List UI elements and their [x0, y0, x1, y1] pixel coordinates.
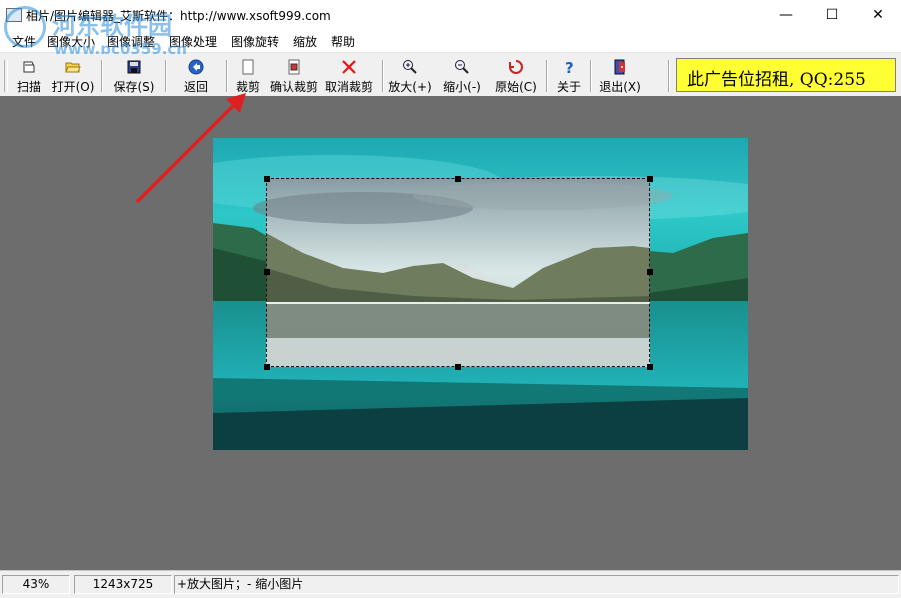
menu-image-rotate[interactable]: 图像旋转: [231, 33, 279, 50]
confirm-crop-button[interactable]: 确认裁剪: [268, 57, 320, 94]
zoom-out-button[interactable]: 缩小(-): [440, 57, 484, 94]
crop-handle-right[interactable]: [647, 269, 653, 275]
menu-file[interactable]: 文件: [12, 33, 36, 50]
crop-handle-top-left[interactable]: [264, 176, 270, 182]
minimize-button[interactable]: —: [763, 0, 809, 30]
zoom-in-icon: [402, 59, 418, 75]
svg-text:?: ?: [565, 59, 574, 75]
crop-handle-bottom-left[interactable]: [264, 364, 270, 370]
red-x-icon: [341, 59, 357, 75]
crop-handle-left[interactable]: [264, 269, 270, 275]
ad-banner[interactable]: 此广告位招租, QQ:255: [676, 58, 896, 92]
toolbar-separator: [546, 60, 548, 92]
crop-confirm-icon: [286, 59, 302, 75]
menu-image-process[interactable]: 图像处理: [169, 33, 217, 50]
status-hint: +放大图片；- 缩小图片: [174, 575, 899, 594]
open-button[interactable]: 打开(O): [50, 57, 96, 94]
restore-original-icon: [508, 59, 524, 75]
save-button[interactable]: 保存(S): [110, 57, 158, 94]
crop-handle-bottom-right[interactable]: [647, 364, 653, 370]
original-size-button[interactable]: 原始(C): [493, 57, 539, 94]
toolbar-separator: [165, 60, 167, 92]
crop-handle-top[interactable]: [455, 176, 461, 182]
zoom-in-button[interactable]: 放大(+): [388, 57, 432, 94]
toolbar-separator: [668, 60, 670, 92]
title-bar: 相片/图片编辑器_艾斯软件：http://www.xsoft999.com — …: [0, 0, 901, 30]
ad-text: 此广告位招租, QQ:255: [687, 70, 866, 90]
menu-image-adjust[interactable]: 图像调整: [107, 33, 155, 50]
status-dimensions: 1243x725: [74, 575, 172, 594]
menu-image-size[interactable]: 图像大小: [47, 33, 95, 50]
exit-door-icon: [612, 59, 628, 75]
zoom-out-icon: [454, 59, 470, 75]
scanner-icon: [21, 59, 37, 75]
toolbar-separator: [382, 60, 384, 92]
window-title: 相片/图片编辑器_艾斯软件：http://www.xsoft999.com: [26, 9, 331, 23]
crop-handle-top-right[interactable]: [647, 176, 653, 182]
help-question-icon: ?: [561, 59, 577, 77]
toolbar-separator: [226, 60, 228, 92]
menu-help[interactable]: 帮助: [331, 33, 355, 50]
app-icon: [6, 8, 22, 22]
status-zoom: 43%: [2, 575, 70, 594]
folder-open-icon: [65, 59, 81, 75]
crop-button[interactable]: 裁剪: [234, 57, 262, 94]
exit-button[interactable]: 退出(X): [597, 57, 643, 94]
toolbar-separator: [101, 60, 103, 92]
maximize-button[interactable]: ☐: [809, 0, 855, 30]
floppy-disk-icon: [126, 59, 142, 75]
crop-selection-box[interactable]: [266, 178, 650, 367]
toolbar-separator: [590, 60, 592, 92]
back-button[interactable]: 返回: [178, 57, 214, 94]
menu-zoom[interactable]: 缩放: [293, 33, 317, 50]
crop-handle-bottom[interactable]: [455, 364, 461, 370]
scan-button[interactable]: 扫描: [12, 57, 46, 94]
menu-bar: 文件 图像大小 图像调整 图像处理 图像旋转 缩放 帮助: [0, 30, 901, 53]
close-button[interactable]: ✕: [855, 0, 901, 30]
about-button[interactable]: ? 关于: [554, 57, 584, 94]
cancel-crop-button[interactable]: 取消裁剪: [323, 57, 375, 94]
crop-page-icon: [240, 59, 256, 75]
back-arrow-icon: [188, 59, 204, 75]
toolbar-grip[interactable]: [4, 60, 8, 92]
status-bar: 43% 1243x725 +放大图片；- 缩小图片: [0, 570, 901, 598]
